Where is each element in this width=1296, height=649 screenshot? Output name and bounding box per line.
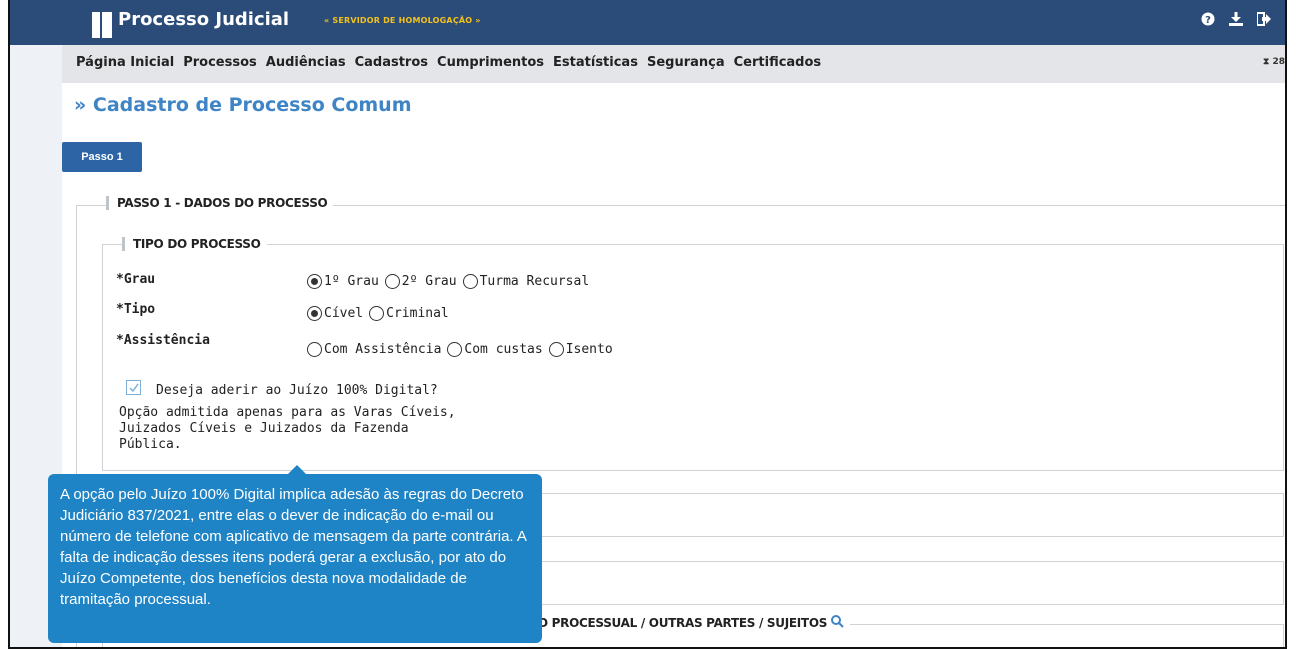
assistencia-label: *Assistência bbox=[116, 333, 210, 348]
app-logo-icon bbox=[92, 12, 114, 38]
menu-item-cadastros[interactable]: Cadastros bbox=[355, 55, 428, 70]
main-menu: Página Inicial Processos Audiências Cada… bbox=[62, 45, 1285, 83]
help-icon[interactable]: ? bbox=[1201, 12, 1215, 26]
com-custas-radio[interactable] bbox=[447, 342, 463, 357]
menu-item-processos[interactable]: Processos bbox=[183, 55, 257, 70]
menu-item-cumprimentos[interactable]: Cumprimentos bbox=[437, 55, 544, 70]
com-assistencia-radio[interactable] bbox=[307, 342, 322, 357]
app-frame: Processo Judicial « SERVIDOR DE HOMOLOGA… bbox=[8, 0, 1287, 649]
com-custas-label: Com custas bbox=[464, 342, 543, 357]
grau-1-radio[interactable] bbox=[307, 274, 322, 289]
partes-legend: TO PROCESSUAL / OUTRAS PARTES / SUJEITOS bbox=[526, 615, 851, 631]
menu-item-seguranca[interactable]: Segurança bbox=[647, 55, 725, 70]
isento-radio[interactable] bbox=[548, 342, 564, 357]
search-icon[interactable] bbox=[831, 615, 844, 631]
juizo-digital-checkbox[interactable] bbox=[126, 380, 141, 395]
menu-item-inicio[interactable]: Página Inicial bbox=[76, 55, 174, 70]
civel-label: Cível bbox=[324, 306, 364, 321]
step-1-button[interactable]: Passo 1 bbox=[62, 142, 142, 172]
grau-radio-group: 1º Grau 2º Grau Turma Recursal bbox=[307, 274, 595, 289]
logout-icon[interactable] bbox=[1256, 12, 1271, 26]
session-timer: ⧗ 28 bbox=[1263, 57, 1285, 67]
assistencia-radio-group: Com Assistência Com custas Isento bbox=[307, 342, 619, 357]
grau-2-label: 2º Grau bbox=[401, 274, 457, 289]
criminal-label: Criminal bbox=[386, 306, 449, 321]
header-actions: ? bbox=[1201, 12, 1271, 26]
step1-legend: PASSO 1 - DADOS DO PROCESSO bbox=[106, 196, 334, 210]
app-title: Processo Judicial bbox=[118, 9, 290, 30]
juizo-digital-label: Deseja aderir ao Juízo 100% Digital? bbox=[156, 383, 438, 398]
tipo-radio-group: Cível Criminal bbox=[307, 306, 455, 321]
isento-label: Isento bbox=[565, 342, 613, 357]
environment-label: « SERVIDOR DE HOMOLOGAÇÃO » bbox=[324, 16, 481, 25]
juizo-digital-note: Opção admitida apenas para as Varas Cíve… bbox=[119, 405, 456, 452]
grau-1-label: 1º Grau bbox=[324, 274, 379, 289]
download-icon[interactable] bbox=[1229, 12, 1243, 26]
criminal-radio[interactable] bbox=[369, 306, 385, 321]
grau-label: *Grau bbox=[116, 272, 156, 287]
tipo-processo-legend: TIPO DO PROCESSO bbox=[122, 237, 267, 251]
com-assistencia-label: Com Assistência bbox=[324, 342, 442, 357]
top-header: Processo Judicial « SERVIDOR DE HOMOLOGA… bbox=[10, 0, 1285, 45]
turma-recursal-label: Turma Recursal bbox=[479, 274, 590, 289]
civel-radio[interactable] bbox=[307, 306, 322, 321]
grau-2-radio[interactable] bbox=[384, 274, 400, 289]
partes-legend-text: TO PROCESSUAL / OUTRAS PARTES / SUJEITOS bbox=[530, 616, 828, 630]
turma-recursal-radio[interactable] bbox=[462, 274, 478, 289]
menu-item-estatisticas[interactable]: Estatísticas bbox=[553, 55, 638, 70]
menu-item-audiencias[interactable]: Audiências bbox=[266, 55, 346, 70]
juizo-digital-tooltip: A opção pelo Juízo 100% Digital implica … bbox=[48, 465, 542, 643]
page-title: » Cadastro de Processo Comum bbox=[74, 94, 412, 116]
tipo-label: *Tipo bbox=[116, 302, 156, 317]
menu-item-certificados[interactable]: Certificados bbox=[734, 55, 822, 70]
svg-text:?: ? bbox=[1205, 15, 1211, 26]
